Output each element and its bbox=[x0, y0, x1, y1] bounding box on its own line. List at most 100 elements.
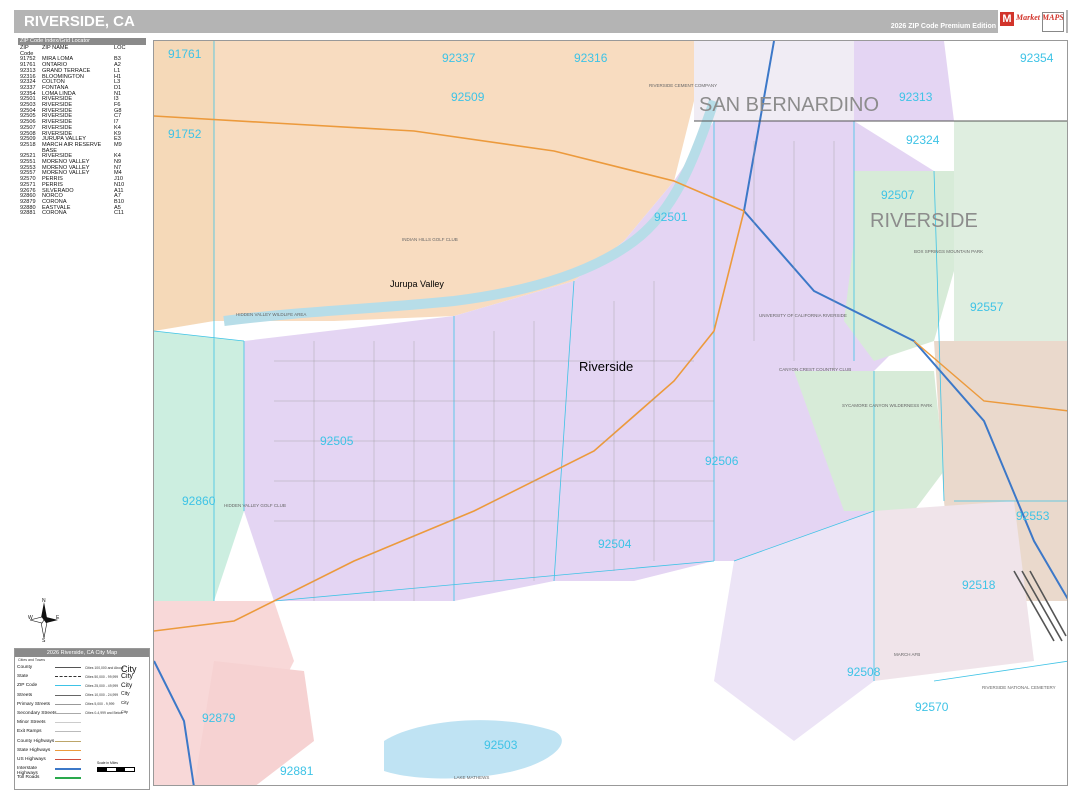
legend-row-label: Exit Ramps bbox=[17, 729, 42, 735]
place-label: HIDDEN VALLEY GOLF CLUB bbox=[224, 503, 286, 508]
legend-row-label: State bbox=[17, 674, 29, 680]
place-label: UNIVERSITY OF CALIFORNIA RIVERSIDE bbox=[759, 313, 847, 318]
legend-line-swatch bbox=[55, 722, 81, 724]
legend-subtitle-left: Cities and Towns bbox=[18, 658, 46, 662]
legend-line-swatch bbox=[55, 667, 81, 668]
zip-label: 92337 bbox=[442, 51, 476, 65]
map-canvas: SAN BERNARDINO RIVERSIDE Riverside Jurup… bbox=[154, 41, 1067, 785]
zip-label: 92557 bbox=[970, 300, 1004, 314]
zone-92557 bbox=[934, 341, 1067, 501]
legend-city-sample: City bbox=[121, 682, 133, 689]
zip-label: 92316 bbox=[574, 51, 608, 65]
legend-scale-label: Scale in Miles bbox=[97, 761, 118, 765]
qr-icon bbox=[1042, 12, 1064, 32]
compass-rose-icon: N S W E bbox=[28, 598, 60, 642]
legend-city-sample: City bbox=[121, 673, 134, 680]
legend-line-swatch bbox=[55, 685, 81, 687]
city-label-jurupa-valley: Jurupa Valley bbox=[390, 279, 444, 289]
zip-label: 92570 bbox=[915, 700, 949, 714]
legend-subtitle: Cities and Towns bbox=[15, 657, 149, 663]
legend-row-label: County Highways bbox=[17, 738, 55, 744]
zip-code-cell: 92881 bbox=[20, 210, 36, 217]
loc-cell: C11 bbox=[114, 210, 124, 217]
legend-row-label: US Highways bbox=[17, 757, 46, 762]
legend-row-label: Toll Roads bbox=[17, 775, 40, 781]
legend-row-label: Minor Streets bbox=[17, 720, 46, 726]
zip-label: 92503 bbox=[484, 738, 518, 752]
zip-index-row: 92518 MARCH AIR RESERVE BASE M9 bbox=[18, 142, 146, 154]
legend-pop-label: Cities 50,000 - 99,999 bbox=[85, 675, 119, 679]
zip-label: 92505 bbox=[320, 434, 354, 448]
header-bar: RIVERSIDE, CA 2026 ZIP Code Premium Edit… bbox=[14, 10, 1068, 33]
legend-line-swatch bbox=[55, 676, 81, 678]
legend-pop-label: Cities 5,000 - 9,999 bbox=[85, 702, 115, 706]
map-title: RIVERSIDE, CA bbox=[24, 13, 135, 30]
county-label-san-bernardino: SAN BERNARDINO bbox=[699, 94, 879, 116]
legend-line-swatch bbox=[55, 694, 81, 696]
legend-city-sample: City bbox=[121, 709, 128, 714]
map-area[interactable]: SAN BERNARDINO RIVERSIDE Riverside Jurup… bbox=[153, 40, 1068, 786]
publisher-logo: M Market MAPS bbox=[998, 10, 1066, 33]
zip-label: 92508 bbox=[847, 665, 881, 679]
legend-row-label: State Highways bbox=[17, 747, 51, 753]
map-legend: 2026 Riverside, CA City Map Cities and T… bbox=[14, 648, 150, 790]
zone-91752 bbox=[154, 41, 214, 331]
zip-index-header: ZIP Code ZIP NAME LOC bbox=[18, 45, 146, 57]
zip-label: 92313 bbox=[899, 90, 933, 104]
legend-pop-label: Cities 10,000 - 24,999 bbox=[85, 693, 119, 697]
zip-label: 92501 bbox=[654, 210, 688, 224]
zip-label: 91752 bbox=[168, 127, 202, 141]
legend-line-swatch bbox=[55, 703, 81, 705]
legend-row-label: ZIP Code bbox=[17, 683, 38, 689]
zip-label: 92879 bbox=[202, 711, 236, 725]
legend-city-sample: City bbox=[121, 691, 130, 697]
zip-label: 92509 bbox=[451, 90, 485, 104]
compass-s: S bbox=[42, 638, 46, 642]
legend-pop-label: Cities 25,000 - 49,999 bbox=[85, 684, 119, 688]
legend-line-swatch bbox=[55, 759, 81, 760]
legend-pop-label: Cities 100,000 and Above bbox=[85, 666, 124, 670]
legend-row-label: Primary Streets bbox=[17, 701, 51, 707]
legend-line-swatch bbox=[55, 777, 81, 780]
place-label: HIDDEN VALLEY WILDLIFE AREA bbox=[236, 312, 306, 317]
zip-index-row: 92881 CORONA C11 bbox=[18, 211, 146, 217]
county-label-riverside: RIVERSIDE bbox=[870, 210, 978, 232]
city-label-riverside: Riverside bbox=[579, 359, 633, 374]
zip-label: 92324 bbox=[906, 133, 940, 147]
place-label: SYCAMORE CANYON WILDERNESS PARK bbox=[842, 403, 932, 408]
legend-line-swatch bbox=[55, 749, 81, 751]
zip-label: 92860 bbox=[182, 494, 216, 508]
legend-line-swatch bbox=[55, 740, 81, 742]
zip-label: 91761 bbox=[168, 47, 202, 61]
logo-mark-icon: M bbox=[1000, 12, 1014, 26]
zip-label: 92507 bbox=[881, 188, 915, 202]
zip-index-panel: ZIP Code Index/Grid Locator ZIP Code ZIP… bbox=[18, 38, 146, 216]
legend-row-label: Streets bbox=[17, 692, 33, 698]
legend-scale-bar bbox=[97, 767, 135, 772]
zip-label: 92506 bbox=[705, 454, 739, 468]
place-label: BOX SPRINGS MOUNTAIN PARK bbox=[914, 249, 983, 254]
legend-row-label: Secondary Streets bbox=[17, 711, 57, 716]
place-label: RIVERSIDE NATIONAL CEMETERY bbox=[982, 685, 1056, 690]
legend-line-swatch bbox=[55, 731, 81, 733]
legend-row-label: County bbox=[17, 665, 33, 670]
legend-pop-label: Cities 0-4,999 and Below bbox=[85, 711, 123, 715]
place-label: INDIAN HILLS GOLF CLUB bbox=[402, 237, 458, 242]
zip-index-body: 91752 MIRA LOMA B3 91761 ONTARIO A2 92313 GRAND… bbox=[18, 57, 146, 217]
zip-label: 92354 bbox=[1020, 51, 1054, 65]
compass-e: E bbox=[56, 615, 60, 621]
legend-title: 2026 Riverside, CA City Map bbox=[15, 649, 149, 657]
legend-line-swatch bbox=[55, 768, 81, 771]
edition-label: 2026 ZIP Code Premium Edition bbox=[890, 23, 996, 30]
compass-w: W bbox=[28, 615, 33, 621]
place-label: MARCH AFB bbox=[894, 652, 920, 657]
zip-label: 92553 bbox=[1016, 509, 1050, 523]
legend-line-swatch bbox=[55, 713, 81, 714]
legend-city-sample: City bbox=[121, 700, 129, 705]
zip-index-title: ZIP Code Index/Grid Locator bbox=[18, 38, 146, 45]
place-label: RIVERSIDE CEMENT COMPANY bbox=[649, 83, 717, 88]
zone-92570 bbox=[934, 661, 1067, 785]
place-label: CANYON CREST COUNTRY CLUB bbox=[779, 367, 851, 372]
compass-n: N bbox=[42, 598, 46, 604]
zip-name-cell: CORONA bbox=[42, 210, 67, 217]
